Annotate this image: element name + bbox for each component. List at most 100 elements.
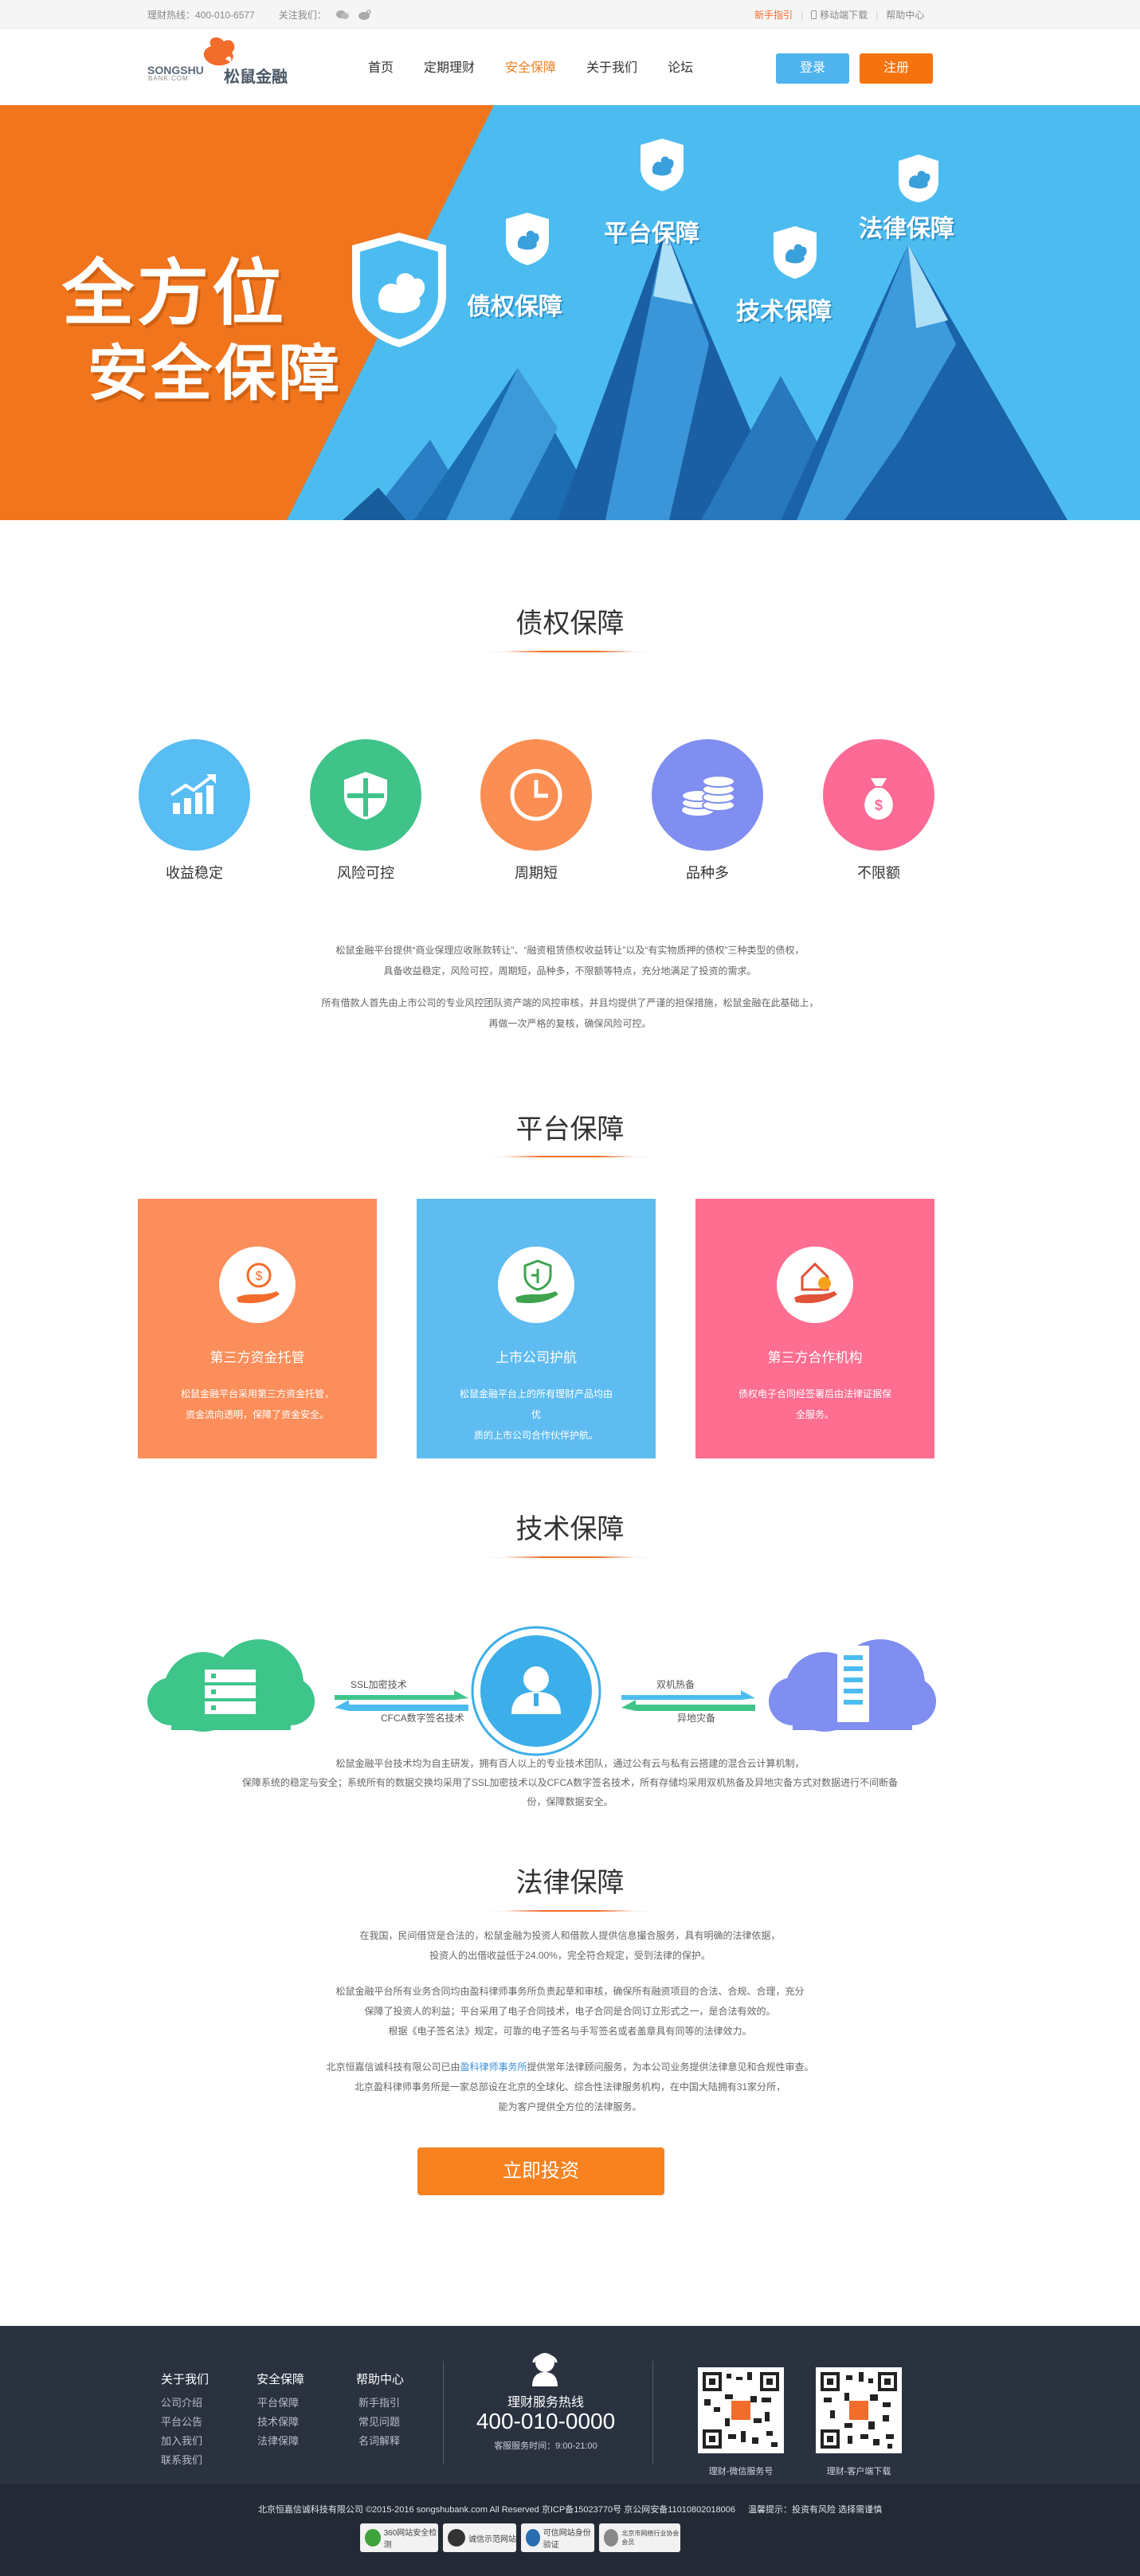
law-p4: 保障了投资人的利益；平台采用了电子合同技术，电子合同是合同订立形式之一，是合法有… bbox=[364, 2006, 776, 2017]
footer-link[interactable]: 法律保障 bbox=[257, 2433, 299, 2448]
tech-p2: 保障系统的稳定与安全；系统所有的数据交换均采用了SSL加密技术以及CFCA数字签… bbox=[241, 1777, 899, 1788]
law-p5: 根据《电子签名法》规定，可靠的电子签名与手写签名或者盖章具有同等的法律效力。 bbox=[388, 2026, 752, 2037]
header: SONGSHU BANK.COM 松鼠金融 首页 定期理财 安全保障 关于我们 … bbox=[0, 29, 1140, 105]
login-button[interactable]: 登录 bbox=[776, 53, 849, 84]
banner-label-tech: 技术保障 bbox=[736, 298, 832, 326]
shield-law-icon bbox=[899, 155, 938, 202]
footer-link[interactable]: 新手指引 bbox=[358, 2394, 400, 2410]
footer-col-title: 帮助中心 bbox=[356, 2373, 405, 2386]
feature-label: 不限额 bbox=[857, 865, 900, 881]
help-center-link[interactable]: 帮助中心 bbox=[886, 8, 924, 22]
footer-link[interactable]: 平台保障 bbox=[257, 2394, 299, 2410]
invest-now-button[interactable]: 立即投资 bbox=[417, 2147, 664, 2195]
user-center-icon bbox=[471, 1626, 601, 1756]
copyright-text: 北京恒嘉信诚科技有限公司 ©2015-2016 songshubank.com … bbox=[257, 2505, 736, 2515]
weibo-icon[interactable] bbox=[358, 10, 371, 20]
copyright-line: 北京恒嘉信诚科技有限公司 ©2015-2016 songshubank.com … bbox=[0, 2503, 1140, 2515]
banner-title-1: 全方位 bbox=[62, 252, 287, 335]
server-cloud-left-icon bbox=[147, 1639, 315, 1732]
footer: 关于我们 公司介绍 平台公告 加入我们 联系我们 安全保障 平台保障 技术保障 … bbox=[0, 2326, 1140, 2484]
law-firm-link[interactable]: 盈科律师事务所 bbox=[460, 2061, 527, 2073]
unlimited-icon: $ bbox=[823, 739, 934, 851]
server-cloud-right-icon bbox=[769, 1639, 936, 1732]
nav-security[interactable]: 安全保障 bbox=[505, 61, 556, 76]
feature-label: 周期短 bbox=[515, 865, 558, 881]
badge-360[interactable]: 360网站安全检测 bbox=[360, 2523, 438, 2552]
footer-col-title: 关于我们 bbox=[161, 2373, 210, 2386]
service-hours: 客服服务时间：9:00-21:00 bbox=[494, 2441, 597, 2451]
shield-tech-icon bbox=[774, 226, 817, 279]
box-title: 第三方合作机构 bbox=[767, 1350, 863, 1365]
tech-description: 松鼠金融平台技术均为自主研发，拥有百人以上的专业技术团队，通过公有云与私有云搭建… bbox=[0, 1754, 1140, 1811]
debt-p4: 再做一次严格的复核，确保风险可控。 bbox=[488, 1018, 652, 1029]
box-desc: 松鼠金融平台采用第三方资金托管， 资金流向透明，保障了资金安全。 bbox=[180, 1388, 334, 1420]
footer-link[interactable]: 加入我们 bbox=[161, 2433, 202, 2448]
svg-text:$: $ bbox=[256, 1270, 263, 1283]
debt-p3: 所有借款人首先由上市公司的专业风控团队资产端的风控审核，并且均提供了严谨的担保措… bbox=[321, 997, 819, 1008]
qr1-caption: 理财-微信服务号 bbox=[708, 2467, 774, 2476]
law-p3: 松鼠金融平台所有业务合同均由盈科律师事务所负责起草和审核，确保所有融资项目的合法… bbox=[335, 1986, 805, 1997]
footer-link[interactable]: 公司介绍 bbox=[161, 2394, 202, 2410]
platform-box-custody: $ 第三方资金托管 松鼠金融平台采用第三方资金托管， 资金流向透明，保障了资金安全… bbox=[138, 1199, 377, 1458]
law-p7: 北京盈科律师事务所是一家总部设在北京的全球化、综合性法律服务机构，在中国大陆拥有… bbox=[354, 2081, 786, 2093]
shield-hand-icon bbox=[498, 1247, 574, 1323]
box-desc: 债权电子合同经签署后由法律证据保全服务。 bbox=[738, 1388, 891, 1420]
debt-description: 松鼠金融平台提供“商业保理应收账款转让”、“融资租赁债权收益转让”以及“有实物质… bbox=[0, 940, 1140, 1034]
footer-link[interactable]: 技术保障 bbox=[257, 2414, 299, 2429]
footer-link[interactable]: 常见问题 bbox=[358, 2414, 400, 2429]
footer-bottom: 北京恒嘉信诚科技有限公司 ©2015-2016 songshubank.com … bbox=[0, 2484, 1140, 2576]
title-underline bbox=[502, 1556, 637, 1558]
phone-icon bbox=[811, 10, 817, 19]
badge-integrity[interactable]: 诚信示范网站 bbox=[443, 2523, 516, 2552]
customer-service-icon bbox=[532, 2353, 558, 2386]
footer-divider bbox=[443, 2361, 444, 2464]
hotline-number: 400-010-0000 bbox=[476, 2409, 616, 2433]
logo[interactable]: SONGSHU BANK.COM 松鼠金融 bbox=[146, 35, 297, 99]
wechat-icon[interactable] bbox=[335, 10, 349, 20]
nav-about[interactable]: 关于我们 bbox=[586, 61, 637, 76]
banner-label-law: 法律保障 bbox=[859, 215, 954, 243]
feature-label: 品种多 bbox=[686, 865, 729, 881]
variety-icon bbox=[652, 739, 763, 851]
ssl-label: SSL加密技术 bbox=[351, 1679, 407, 1690]
debt-p1: 松鼠金融平台提供“商业保理应收账款转让”、“融资租赁债权收益转让”以及“有实物质… bbox=[335, 945, 805, 956]
box-title: 第三方资金托管 bbox=[210, 1350, 305, 1365]
nav-home[interactable]: 首页 bbox=[368, 61, 394, 76]
hotline-text: 理财热线：400-010-6577 bbox=[147, 10, 255, 21]
feature-label: 风险可控 bbox=[337, 865, 394, 881]
debt-section-title: 债权保障 bbox=[515, 608, 625, 640]
svg-text:$: $ bbox=[875, 797, 883, 813]
wechat-qr-code bbox=[698, 2367, 784, 2453]
badge-association[interactable]: 北京市网络行业协会会员 bbox=[599, 2523, 680, 2552]
law-p2: 投资人的出借收益低于24.00%，完全符合规定，受到法律的保护。 bbox=[429, 1950, 711, 1961]
footer-link[interactable]: 联系我们 bbox=[161, 2452, 202, 2467]
footer-link[interactable]: 名词解释 bbox=[358, 2433, 400, 2448]
title-underline bbox=[502, 1910, 637, 1912]
badge-trusted[interactable]: 可信网站身份验证 bbox=[521, 2523, 594, 2552]
footer-link[interactable]: 平台公告 bbox=[161, 2414, 202, 2429]
mobile-download-link[interactable]: 移动端下载 bbox=[820, 8, 868, 22]
nav-forum[interactable]: 论坛 bbox=[668, 61, 693, 76]
banner-label-debt: 债权保障 bbox=[467, 293, 562, 321]
short-period-icon bbox=[480, 739, 592, 851]
tech-p3: 份，保障数据安全。 bbox=[527, 1796, 613, 1807]
house-hand-icon bbox=[777, 1247, 853, 1323]
title-underline bbox=[502, 651, 637, 652]
nav-fixed-invest[interactable]: 定期理财 bbox=[424, 61, 475, 76]
law-p6: 北京恒嘉信诚科技有限公司已由盈科律师事务所提供常年法律顾问服务，为本公司业务提供… bbox=[326, 2061, 814, 2073]
newbie-link[interactable]: 新手指引 bbox=[754, 8, 793, 22]
shield-platform-icon bbox=[506, 213, 549, 265]
backup-label: 双机热备 bbox=[656, 1679, 695, 1690]
squirrel-logo-icon bbox=[203, 37, 235, 66]
register-button[interactable]: 注册 bbox=[860, 53, 933, 84]
logo-sub: BANK.COM bbox=[148, 75, 189, 82]
law-section-title: 法律保障 bbox=[515, 1867, 625, 1899]
tech-p1: 松鼠金融平台技术均为自主研发，拥有百人以上的专业技术团队，通过公有云与私有云搭建… bbox=[335, 1758, 805, 1769]
follow-text: 关注我们： bbox=[278, 10, 327, 21]
remote-label: 异地灾备 bbox=[677, 1713, 716, 1724]
debt-p2: 具备收益稳定，风险可控，周期短，品种多，不限额等特点，充分地满足了投资的需求。 bbox=[383, 965, 757, 977]
title-underline bbox=[502, 1156, 637, 1157]
main-nav: 首页 定期理财 安全保障 关于我们 论坛 bbox=[368, 61, 723, 76]
platform-box-listed: 上市公司护航 松鼠金融平台上的所有理财产品均由优 质的上市公司合作伙伴护航。 bbox=[417, 1199, 656, 1458]
box-title: 上市公司护航 bbox=[496, 1350, 577, 1365]
